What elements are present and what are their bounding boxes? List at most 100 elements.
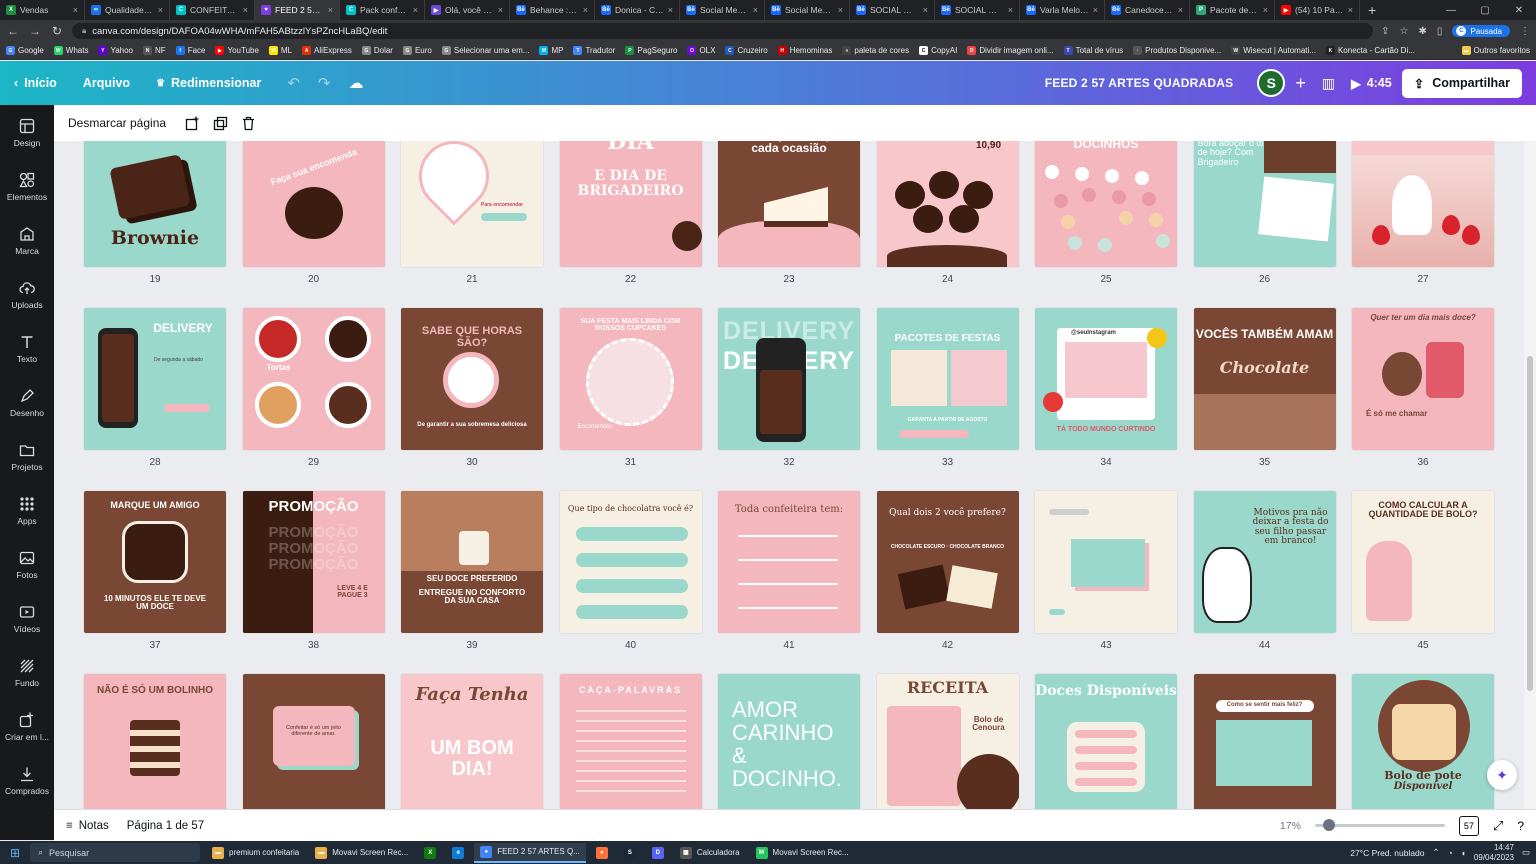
sidebar-item-texto[interactable]: Texto [0,321,54,375]
tab-close-icon[interactable]: × [838,5,843,15]
page-thumbnail[interactable]: Faça TenhaUM BOM DIA!48 [401,674,543,809]
notifications-icon[interactable]: ▭ [1522,847,1530,858]
page-thumbnail[interactable]: por aqui 27 [1352,141,1494,308]
page-thumbnail[interactable]: para a sua festaPara encomendar 21 [401,141,543,308]
tab-close-icon[interactable]: × [498,5,503,15]
page-thumbnail[interactable]: Tortas 29 [242,308,385,491]
browser-tab[interactable]: ▶ Olá, você que × [425,0,510,20]
sidebar-item-elementos[interactable]: Elementos [0,159,54,213]
page-artwork[interactable]: CAÇA-PALAVRAS [559,674,702,809]
tab-close-icon[interactable]: × [1178,5,1183,15]
taskbar-app[interactable]: M Movavi Screen Rec... [750,843,855,863]
page-thumbnail[interactable]: depois de comer brigadeiro?Faça sua enco… [242,141,385,308]
taskbar-app[interactable]: S [618,843,642,863]
bookmark-item[interactable]: M MP [539,46,563,55]
page-artwork[interactable]: SABE QUE HORAS SÃO? De garantir a sua sob… [401,308,543,450]
back-icon[interactable]: ← [6,24,20,38]
magic-assistant-icon[interactable]: ✦ [1487,760,1517,790]
page-artwork[interactable]: SUA FESTA MAIS LINDA COM NOSSOS CUPCAKES… [559,308,702,450]
tab-close-icon[interactable]: × [1008,5,1013,15]
page-artwork[interactable]: depois de comer brigadeiro?Faça sua enco… [242,141,385,267]
undo-icon[interactable]: ↶ [287,74,300,92]
browser-tab[interactable]: Bē Varla Melo Co × [1020,0,1105,20]
page-artwork[interactable]: Quer ter um dia mais doce? É só me chamar [1352,308,1494,450]
scrollbar-thumb[interactable] [1527,356,1533,691]
fullscreen-icon[interactable]: ⤢ [1493,818,1503,834]
bookmark-item[interactable]: C CopyAI [919,46,957,55]
taskbar-app[interactable]: ▦ Calculadora [674,843,746,863]
page-thumbnail[interactable]: DELIVERY De segunda a sábado 28 [84,308,226,491]
page-thumbnail[interactable]: PACOTES DE FESTAS GARANTA A PARTIR DE AGO… [876,308,1019,491]
taskbar-clock[interactable]: 14:47 09/04/2023 [1474,843,1514,861]
browser-tab[interactable]: ♥ FEED 2 57 ART × [255,0,340,20]
page-thumbnail[interactable]: Bolo de poteDisponível54 [1352,674,1494,809]
cloud-saved-icon[interactable]: ☁ [349,74,364,92]
bookmark-item[interactable]: T Total de vírus [1063,46,1123,55]
page-artwork[interactable]: COMO CALCULAR A QUANTIDADE DE BOLO? [1352,491,1494,633]
tab-close-icon[interactable]: × [73,5,78,15]
page-artwork[interactable]: Doces Disponíveis [1035,674,1177,809]
sidebar-item-v-deos[interactable]: Vídeos [0,591,54,645]
page-artwork[interactable]: Toda confeiteira tem: [718,491,860,633]
page-thumbnail[interactable]: PROMOÇÃO PROMOÇÃO PROMOÇÃO PROMOÇÃO LEVE 4 E… [242,491,385,674]
page-artwork[interactable]: Tortas [242,308,385,450]
page-thumbnail[interactable]: Que tipo de chocolatra você é? 40 [559,491,702,674]
add-collaborator-icon[interactable]: + [1295,73,1306,94]
browser-tab[interactable]: Bē Social Media D × [680,0,765,20]
page-artwork[interactable]: Como se sentir mais feliz? [1193,674,1336,809]
browser-tab[interactable]: Bē Donica - Confi × [595,0,680,20]
sidebar-item-design[interactable]: Design [0,105,54,159]
taskbar-app[interactable]: X [418,843,442,863]
page-thumbnail[interactable]: DELIVERYDELIVERY 32 [718,308,860,491]
page-thumbnail[interactable]: Bora adoçar o dia de hoje? Com Brigadeir… [1193,141,1336,308]
network-icon[interactable]: ◔ [1448,848,1453,858]
page-thumbnail[interactable]: RECEITABolo de Cenoura51 [876,674,1019,809]
zoom-percent[interactable]: 17% [1280,820,1301,832]
page-indicator[interactable]: Página 1 de 57 [127,820,204,832]
tab-close-icon[interactable]: × [583,5,588,15]
browser-tab[interactable]: P Pacote de arte × [1190,0,1275,20]
menu-icon[interactable]: ⋮ [1520,26,1530,37]
bookmark-item[interactable]: W Whats [53,46,88,55]
volume-icon[interactable]: ◖ [1461,848,1466,858]
page-thumbnail[interactable]: CAÇA-PALAVRAS49 [559,674,702,809]
page-artwork[interactable]: DELIVERY De segunda a sábado [84,308,226,450]
browser-tab[interactable]: Bē SOCIAL MEDIA × [850,0,935,20]
bookmark-item[interactable]: W Wisecut | Automati... [1231,46,1316,55]
tab-close-icon[interactable]: × [668,5,673,15]
tab-close-icon[interactable]: × [1348,5,1353,15]
page-artwork[interactable]: ENTREGUE NO CONFORTO DA SUA CASA SEU DOCE… [401,491,543,633]
page-artwork[interactable]: DELIVERYDELIVERY [718,308,860,450]
page-thumbnail[interactable]: Quer ter um dia mais doce? É só me chamar… [1352,308,1494,491]
page-artwork[interactable]: PACOTES DE FESTAS GARANTA A PARTIR DE AGO… [876,308,1019,450]
page-thumbnail[interactable]: VOCÊS TAMBÉM AMAM Chocolate 35 [1193,308,1336,491]
browser-tab[interactable]: Bē Behance :: Par × [510,0,595,20]
present-button[interactable]: ▶ 4:45 [1351,76,1392,91]
page-thumbnail[interactable]: NÃO É SÓ UM BOLINHO46 [84,674,226,809]
home-button[interactable]: ‹ Início [14,76,57,90]
page-thumbnail[interactable]: Doces Disponíveis52 [1035,674,1177,809]
minimize-icon[interactable]: — [1434,0,1468,20]
browser-tab[interactable]: Bē Canedoces | C × [1105,0,1190,20]
page-artwork[interactable]: Brownie [84,141,226,267]
grid-view-button[interactable]: 57 [1458,815,1479,836]
sidebar-item-criar-em-l[interactable]: Criar em l... [0,699,54,753]
page-artwork[interactable]: Bora adoçar o dia de hoje? Com Brigadeir… [1193,141,1336,267]
windows-start-icon[interactable]: ⊞ [6,846,24,860]
delete-page-icon[interactable] [240,115,256,131]
page-artwork[interactable]: MARQUE UM AMIGO 10 MINUTOS ELE TE DEVE UM… [84,491,226,633]
share-button[interactable]: ⇪ Compartilhar [1401,68,1522,98]
extensions-icon[interactable]: ✱ [1419,26,1427,37]
sidepanel-icon[interactable]: ▯ [1437,26,1443,37]
page-artwork[interactable]: por aqui [1352,141,1494,267]
star-icon[interactable]: ☆ [1400,26,1409,37]
profile-button[interactable]: C Pausada [1452,25,1510,37]
page-thumbnail[interactable]: Como se sentir mais feliz?53 [1193,674,1336,809]
tab-close-icon[interactable]: × [328,5,333,15]
page-artwork[interactable]: Hoje é dia de DOCINHOS [1035,141,1177,267]
taskbar-app[interactable]: ▬ premium confeitaria [206,843,305,863]
resize-button[interactable]: ♛ Redimensionar [156,76,261,90]
zoom-slider-knob[interactable] [1322,819,1335,831]
bookmark-item[interactable]: T Tradutor [573,46,615,55]
browser-tab[interactable]: Bē SOCIAL MEDI × [935,0,1020,20]
